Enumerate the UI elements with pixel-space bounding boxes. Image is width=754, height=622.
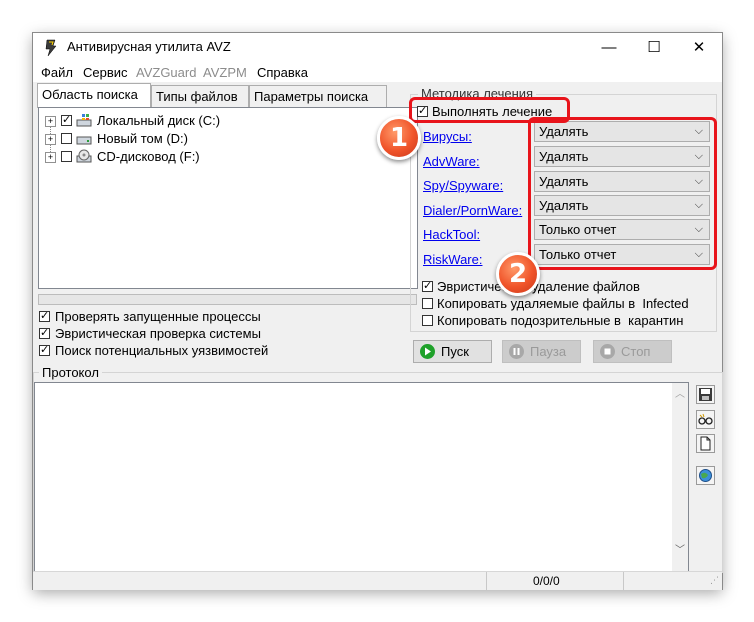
expand-icon[interactable]: + xyxy=(45,152,56,163)
menu-file[interactable]: Файл xyxy=(41,65,73,80)
checkbox[interactable]: ✓ xyxy=(39,311,50,322)
save-log-button[interactable] xyxy=(696,385,715,404)
checkbox-label: Копировать удаляемые файлы в Infected xyxy=(437,296,689,311)
save-icon xyxy=(699,388,712,401)
pause-icon xyxy=(509,344,524,359)
drive-d-label: Новый том (D:) xyxy=(97,131,188,146)
checkbox-label: Копировать подозрительные в карантин xyxy=(437,313,684,328)
link-spyware[interactable]: Spy/Spyware: xyxy=(423,178,503,193)
status-divider xyxy=(623,572,624,590)
check-vulnerabilities[interactable]: ✓ Поиск потенциальных уязвимостей xyxy=(39,343,339,359)
checkbox[interactable]: ✓ xyxy=(39,328,50,339)
stop-button-label: Стоп xyxy=(621,344,651,359)
online-check-button[interactable] xyxy=(696,466,715,485)
menu-service[interactable]: Сервис xyxy=(83,65,128,80)
protocol-log[interactable]: ︿ ﹀ xyxy=(34,382,689,574)
link-viruses[interactable]: Вирусы: xyxy=(423,129,472,144)
status-divider xyxy=(486,572,487,590)
checkbox[interactable] xyxy=(422,315,433,326)
cd-drive-icon xyxy=(76,149,92,163)
annotation-marker-1: 1 xyxy=(377,116,421,160)
glasses-icon xyxy=(698,413,713,425)
drive-f-checkbox[interactable] xyxy=(61,151,72,162)
play-icon xyxy=(420,344,435,359)
tree-row-drive-f[interactable]: + CD-дисковод (F:) xyxy=(45,148,245,165)
view-log-button[interactable] xyxy=(696,410,715,429)
new-log-button[interactable] xyxy=(696,434,715,453)
checkbox[interactable] xyxy=(422,298,433,309)
start-button-label: Пуск xyxy=(441,344,469,359)
globe-icon xyxy=(699,469,712,482)
link-hacktool[interactable]: HackTool: xyxy=(423,227,480,242)
highlight-action-selects xyxy=(528,117,717,270)
hard-drive-icon xyxy=(76,136,92,145)
pause-button-label: Пауза xyxy=(530,344,567,359)
menu-avzguard[interactable]: AVZGuard xyxy=(136,65,196,80)
tree-row-drive-c[interactable]: + ✓ Локальный диск (C:) xyxy=(45,112,245,129)
window-title: Антивирусная утилита AVZ xyxy=(67,39,231,54)
expand-icon[interactable]: + xyxy=(45,116,56,127)
annotation-marker-2: 2 xyxy=(496,252,540,296)
status-bar: 0/0/0 ⋰ xyxy=(33,571,722,590)
stop-button[interactable]: Стоп xyxy=(593,340,672,363)
drive-c-label: Локальный диск (C:) xyxy=(97,113,221,128)
expand-icon[interactable]: + xyxy=(45,134,56,145)
scan-progress-bar xyxy=(38,294,417,305)
checkbox-label: Проверять запущенные процессы xyxy=(55,309,261,324)
log-scrollbar[interactable]: ︿ ﹀ xyxy=(672,383,688,571)
start-button[interactable]: Пуск xyxy=(413,340,492,363)
menu-bar: Файл Сервис AVZGuard AVZPM Справка xyxy=(33,62,722,82)
link-adware[interactable]: AdvWare: xyxy=(423,154,480,169)
tab-search-area[interactable]: Область поиска xyxy=(37,83,151,108)
scroll-down-icon[interactable]: ﹀ xyxy=(675,541,685,556)
link-riskware[interactable]: RiskWare: xyxy=(423,252,482,267)
tree-row-drive-d[interactable]: + Новый том (D:) xyxy=(45,130,245,147)
menu-avzpm[interactable]: AVZPM xyxy=(203,65,247,80)
copy-quarantine-check[interactable]: Копировать подозрительные в карантин xyxy=(422,313,717,329)
checkbox-label: Поиск потенциальных уязвимостей xyxy=(55,343,269,358)
close-button[interactable]: ✕ xyxy=(676,33,722,62)
drive-c-checkbox[interactable]: ✓ xyxy=(61,115,72,126)
checkbox[interactable]: ✓ xyxy=(422,281,433,292)
tab-search-params[interactable]: Параметры поиска xyxy=(249,85,387,107)
drive-d-checkbox[interactable] xyxy=(61,133,72,144)
tab-file-types[interactable]: Типы файлов xyxy=(151,85,249,107)
resize-grip-icon[interactable]: ⋰ xyxy=(710,575,719,586)
check-running-processes[interactable]: ✓ Проверять запущенные процессы xyxy=(39,309,339,325)
scroll-up-icon[interactable]: ︿ xyxy=(675,385,685,400)
avz-app-icon xyxy=(45,39,57,57)
check-heuristic-system[interactable]: ✓ Эвристическая проверка системы xyxy=(39,326,339,342)
checkbox[interactable]: ✓ xyxy=(39,345,50,356)
heuristic-delete-check[interactable]: ✓ Эвристическое удаление файлов xyxy=(422,279,712,295)
menu-help[interactable]: Справка xyxy=(257,65,308,80)
title-bar: Антивирусная утилита AVZ — ☐ ✕ xyxy=(33,33,722,62)
checkbox-label: Эвристическая проверка системы xyxy=(55,326,261,341)
link-dialer[interactable]: Dialer/PornWare: xyxy=(423,203,522,218)
status-counter: 0/0/0 xyxy=(533,574,560,588)
document-icon xyxy=(700,436,711,451)
drive-tree: + ✓ Локальный диск (C:) + Новый том (D:)… xyxy=(38,107,418,289)
pause-button[interactable]: Пауза xyxy=(502,340,581,363)
local-disk-icon xyxy=(76,114,92,127)
drive-f-label: CD-дисковод (F:) xyxy=(97,149,200,164)
maximize-button[interactable]: ☐ xyxy=(631,33,677,62)
minimize-button[interactable]: — xyxy=(586,33,632,62)
protocol-label: Протокол xyxy=(39,365,102,380)
stop-icon xyxy=(600,344,615,359)
copy-infected-check[interactable]: Копировать удаляемые файлы в Infected xyxy=(422,296,717,312)
